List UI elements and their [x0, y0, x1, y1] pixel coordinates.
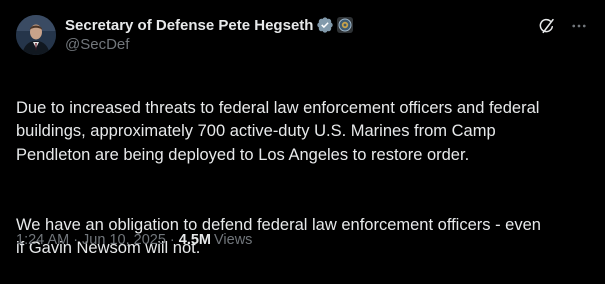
views-count[interactable]: 4.5M [179, 232, 211, 248]
government-seal-icon[interactable] [337, 17, 354, 33]
author-handle[interactable]: @SecDef [65, 36, 353, 53]
tweet-text: Due to increased threats to federal law … [16, 73, 591, 284]
author-names: Secretary of Defense Pete Hegseth @SecDe… [65, 15, 354, 53]
tweet-meta: 1:24 AM · Jun 10, 2025 · 4.5M Views [16, 232, 252, 248]
author-display-name[interactable]: Secretary of Defense Pete Hegseth [65, 17, 313, 34]
tweet-paragraph: Due to increased threats to federal law … [16, 98, 540, 164]
meta-separator: · [73, 232, 79, 248]
more-icon[interactable] [569, 16, 589, 36]
tweet-header: Secretary of Defense Pete Hegseth @SecDe… [16, 12, 589, 60]
tweet-actions [537, 16, 589, 36]
meta-separator: · [169, 232, 175, 248]
tweet-date[interactable]: Jun 10, 2025 [82, 232, 166, 248]
views-label: Views [214, 232, 253, 248]
name-row: Secretary of Defense Pete Hegseth [65, 15, 354, 35]
avatar[interactable] [16, 15, 56, 55]
grok-icon[interactable] [537, 16, 557, 36]
tweet: Secretary of Defense Pete Hegseth @SecDe… [0, 0, 605, 270]
tweet-time[interactable]: 1:24 AM [16, 232, 69, 248]
verified-checkmark-icon[interactable] [316, 16, 334, 34]
